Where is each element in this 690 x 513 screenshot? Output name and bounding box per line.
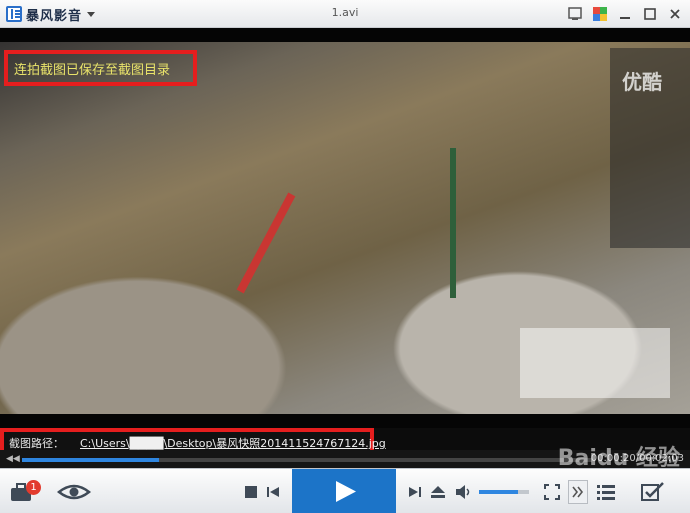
mute-button[interactable]: [454, 483, 474, 501]
video-display[interactable]: 优酷 连拍截图已保存至截图目录: [0, 28, 690, 428]
crane-graphic: [450, 148, 456, 298]
seek-bar[interactable]: [22, 458, 592, 462]
youku-watermark: 优酷: [622, 70, 662, 94]
playlist-button[interactable]: [596, 482, 616, 502]
seek-bar-fill: [22, 458, 159, 462]
capture-path-link[interactable]: C:\Users\████\Desktop\暴风快照20141152476712…: [80, 435, 386, 451]
more-options-button[interactable]: [568, 480, 588, 504]
eject-icon: [431, 486, 445, 498]
title-bar: 暴风影音 1.avi: [0, 0, 690, 28]
maximize-button[interactable]: [641, 5, 659, 23]
minimize-button[interactable]: [616, 5, 634, 23]
eye-view-button[interactable]: [56, 479, 92, 505]
crane-graphic: [236, 192, 296, 294]
next-icon: [409, 487, 421, 497]
letterbox-bottom: [0, 414, 690, 428]
stop-icon: [245, 486, 257, 498]
skin-palette-icon: [593, 7, 607, 21]
fullscreen-button[interactable]: [542, 482, 562, 502]
capture-notice-text: 连拍截图已保存至截图目录: [14, 62, 171, 78]
minimize-icon: [620, 17, 630, 19]
maximize-icon: [644, 8, 656, 20]
mini-mode-icon: [568, 7, 582, 20]
settings-check-button[interactable]: [640, 481, 668, 503]
close-icon: [670, 9, 680, 19]
skin-button[interactable]: [591, 5, 609, 23]
playlist-icon: [597, 485, 615, 500]
next-button[interactable]: [406, 483, 424, 501]
app-logo-icon: [6, 6, 22, 22]
app-name: 暴风影音: [26, 8, 83, 24]
play-icon: [336, 481, 356, 502]
rewind-icon[interactable]: ◀◀: [6, 454, 20, 464]
notification-badge: 1: [26, 480, 41, 495]
previous-icon: [267, 487, 279, 497]
checklist-icon: [641, 482, 664, 501]
capture-notice-box: 连拍截图已保存至截图目录: [4, 50, 197, 86]
letterbox-top: [0, 28, 690, 42]
play-button[interactable]: [292, 469, 396, 513]
volume-slider-fill: [479, 490, 518, 494]
control-bar: 1: [0, 468, 690, 513]
volume-slider[interactable]: [479, 490, 529, 494]
fullscreen-icon: [544, 484, 560, 500]
stop-button[interactable]: [242, 483, 260, 501]
speaker-icon: [456, 485, 470, 499]
eject-button[interactable]: [428, 483, 448, 501]
chevron-down-icon: [87, 11, 96, 17]
app-menu-button[interactable]: 暴风影音: [6, 5, 96, 24]
building-graphic: [520, 328, 670, 398]
capture-path-label: 截图路径：: [9, 437, 64, 450]
close-button[interactable]: [666, 5, 684, 23]
mini-mode-button[interactable]: [566, 5, 584, 23]
previous-button[interactable]: [264, 483, 282, 501]
double-chevron-right-icon: [572, 486, 584, 498]
eye-icon: [57, 484, 91, 500]
